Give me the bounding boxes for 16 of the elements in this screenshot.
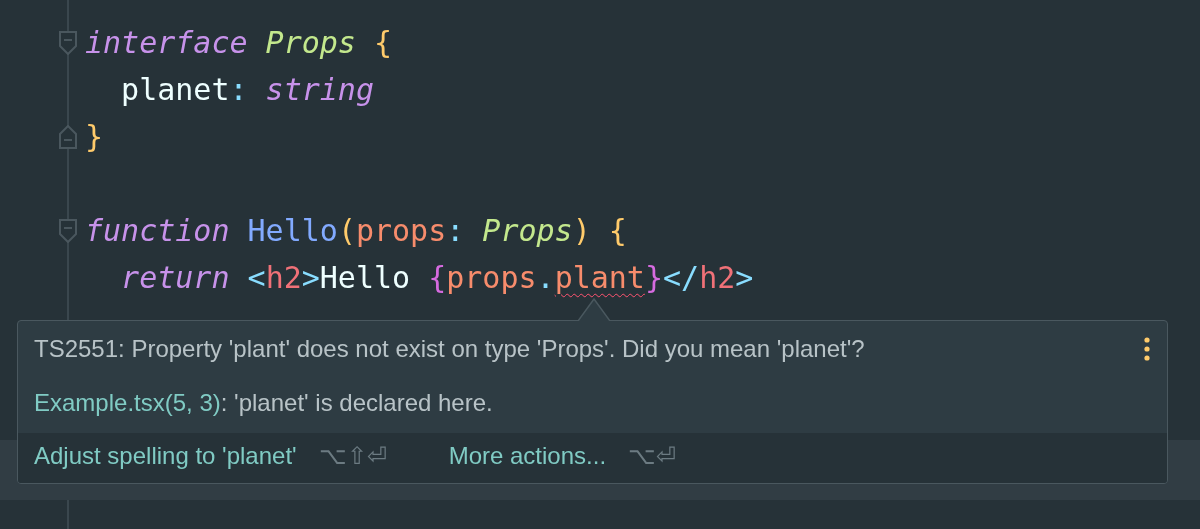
more-options-icon[interactable] [1143, 337, 1151, 361]
error-message: TS2551: Property 'plant' does not exist on type 'Props'. Did you mean 'planet'? [34, 335, 865, 363]
keyboard-shortcut: ⌥⇧⏎ [318, 442, 387, 470]
code-line: function Hello(props: Props) { [85, 213, 627, 248]
code-line: planet: string [120, 72, 374, 107]
declaration-note: Example.tsx(5, 3): 'planet' is declared here. [34, 389, 494, 417]
file-location-link[interactable]: Example.tsx(5, 3) [34, 389, 221, 416]
fold-icon[interactable] [59, 219, 77, 243]
keyboard-shortcut: ⌥⏎ [628, 442, 677, 470]
code-line: return <h2>Hello {props.plant}</h2> [120, 260, 754, 295]
fold-icon[interactable] [59, 31, 77, 55]
fold-icon[interactable] [59, 125, 77, 149]
code-line: interface Props { [85, 25, 393, 60]
quick-fix-action[interactable]: More actions... [448, 442, 607, 470]
code-line: } [85, 119, 104, 154]
quick-fix-action[interactable]: Adjust spelling to 'planet' [34, 442, 297, 470]
